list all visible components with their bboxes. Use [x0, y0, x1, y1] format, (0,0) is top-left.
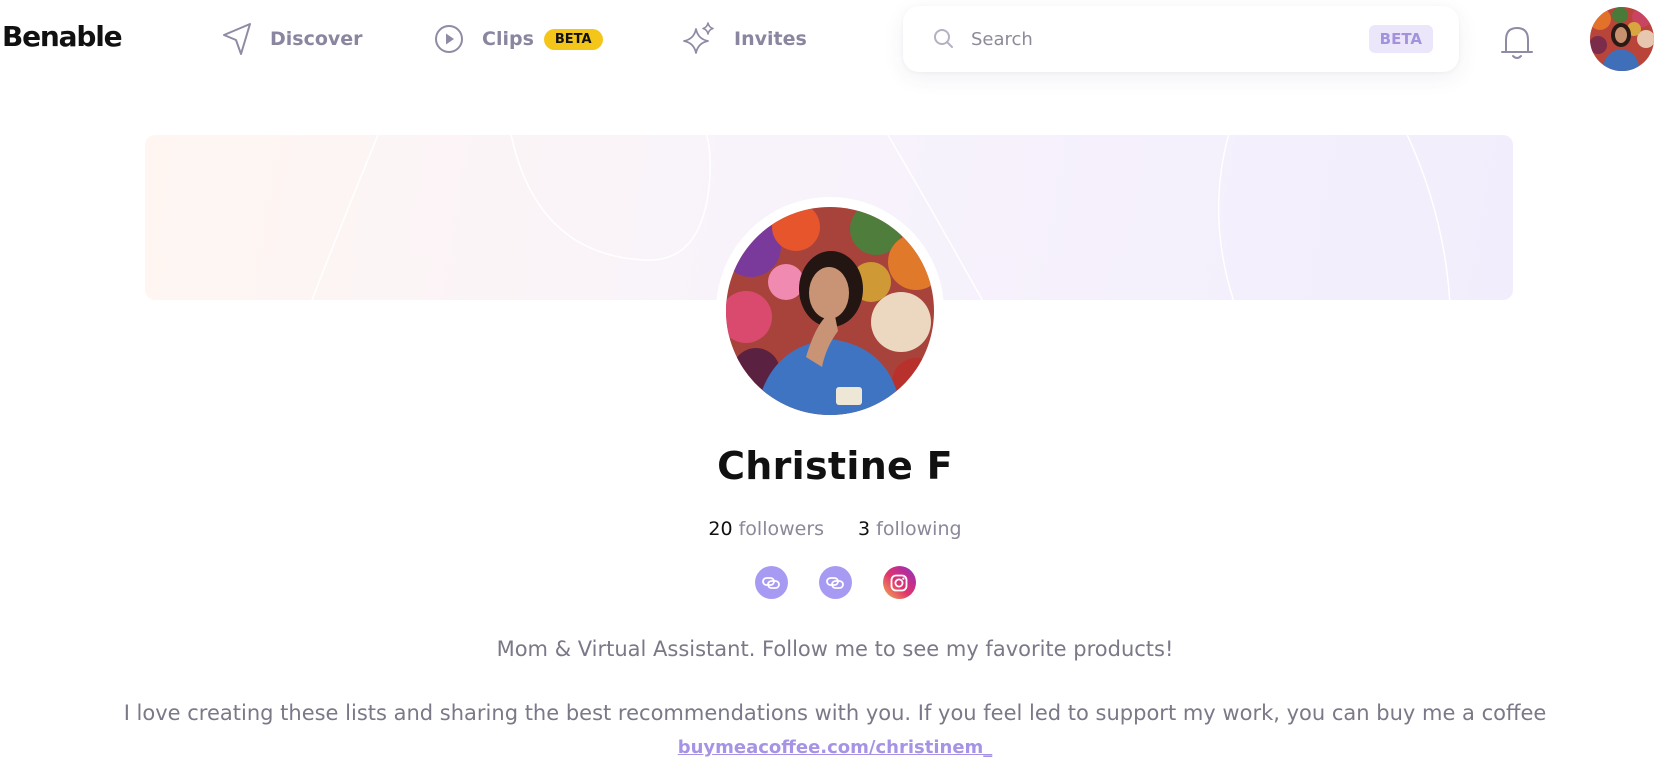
following-label: following [876, 518, 962, 540]
clips-beta-badge: BETA [543, 28, 603, 50]
profile-stats: 20 followers 3 following [0, 518, 1670, 540]
search-beta-badge: BETA [1368, 25, 1433, 53]
bio-line-1: Mom & Virtual Assistant. Follow me to se… [496, 637, 1174, 661]
profile-name: Christine F [717, 444, 953, 488]
navigation-arrow-icon [222, 22, 252, 56]
following-number: 3 [858, 518, 871, 540]
search-icon [933, 28, 955, 50]
instagram-icon[interactable] [882, 566, 916, 599]
benable-logo[interactable]: Benable [2, 20, 123, 53]
nav-clips[interactable]: Clips BETA [434, 18, 603, 60]
search-bar: BETA [903, 6, 1459, 72]
following-count[interactable]: 3 following [858, 518, 962, 540]
profile-avatar [716, 197, 944, 425]
user-avatar[interactable] [1590, 7, 1654, 71]
nav-discover[interactable]: Discover [222, 18, 363, 60]
nav-invites-label: Invites [734, 28, 807, 50]
bio-line-2: I love creating these lists and sharing … [123, 701, 1547, 725]
nav-invites[interactable]: Invites [682, 18, 807, 60]
bio-link[interactable]: buymeacoffee.com/christinem_ [678, 737, 993, 758]
nav-clips-label: Clips [482, 28, 534, 50]
bell-icon[interactable] [1500, 24, 1534, 67]
followers-number: 20 [708, 518, 733, 540]
link-icon[interactable] [754, 566, 788, 599]
social-links [0, 566, 1670, 599]
sparkles-icon [682, 21, 716, 57]
profile-photo [726, 207, 934, 415]
top-navigation: Benable Discover Clips BETA Invites Sear… [0, 0, 1670, 82]
play-circle-icon [434, 24, 464, 54]
followers-count[interactable]: 20 followers [708, 518, 824, 540]
nav-discover-label: Discover [270, 28, 363, 50]
link-icon[interactable] [818, 566, 852, 599]
search-input[interactable] [969, 27, 1369, 51]
followers-label: followers [738, 518, 825, 540]
